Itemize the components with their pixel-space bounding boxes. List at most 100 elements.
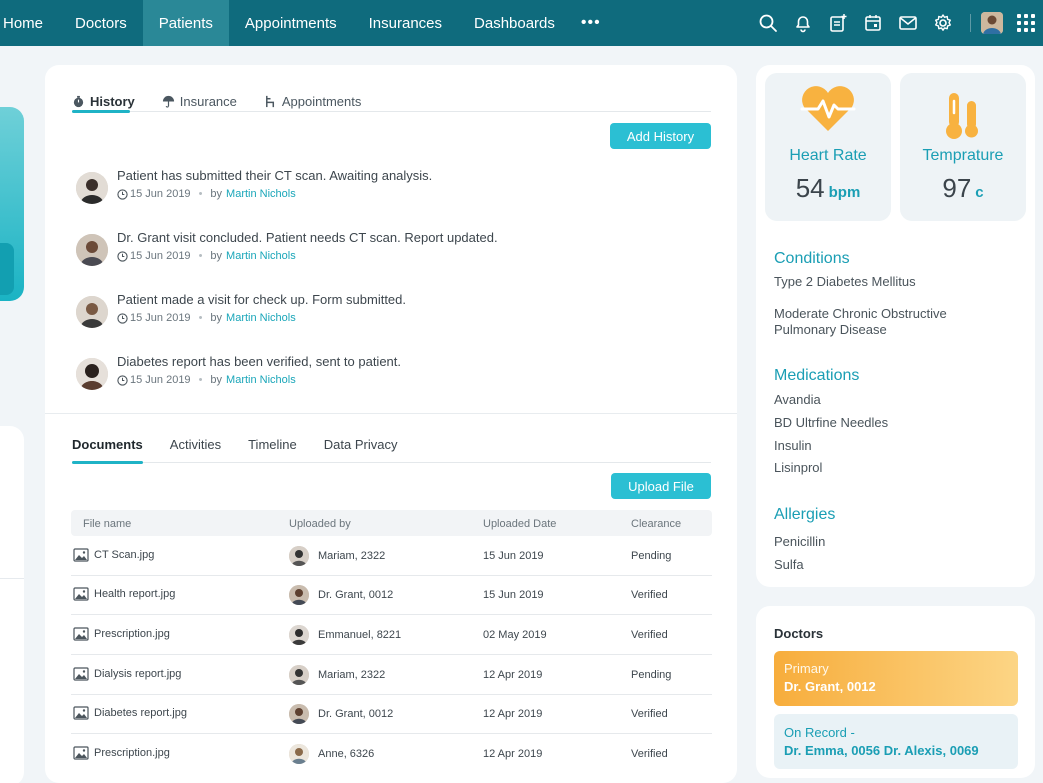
table-row[interactable]: Diabetes report.jpg Dr. Grant, 0012 12 A… [71, 695, 712, 734]
add-history-button[interactable]: Add History [610, 123, 711, 149]
col-uploaded-date[interactable]: Uploaded Date [483, 518, 556, 530]
history-author-link[interactable]: Martin Nichols [226, 188, 296, 200]
stopwatch-icon [73, 95, 84, 107]
col-clearance[interactable]: Clearance [631, 518, 681, 530]
active-tab-indicator [72, 461, 143, 464]
apps-grid-icon[interactable] [1017, 14, 1035, 32]
history-author-link[interactable]: Martin Nichols [226, 250, 296, 262]
clearance-cell: Verified [631, 708, 668, 720]
clock-icon [117, 374, 128, 386]
table-header: File name Uploaded by Uploaded Date Clea… [71, 510, 712, 536]
history-meta: 15 Jun 2019 • by Martin Nichols [117, 188, 296, 200]
active-tab-indicator [72, 110, 130, 113]
more-menu-icon[interactable]: ••• [571, 0, 611, 46]
medication-item: Insulin [774, 438, 812, 453]
avatar [76, 172, 108, 204]
on-record-doctors-card[interactable]: On Record - Dr. Emma, 0056 Dr. Alexis, 0… [774, 714, 1018, 769]
table-row[interactable]: Dialysis report.jpg Mariam, 2322 12 Apr … [71, 656, 712, 695]
history-author-link[interactable]: Martin Nichols [226, 312, 296, 324]
tab-data-privacy[interactable]: Data Privacy [324, 437, 398, 452]
history-text: Patient has submitted their CT scan. Awa… [117, 168, 433, 183]
avatar [289, 585, 309, 605]
nav-home[interactable]: Home [0, 0, 59, 46]
history-by: by [210, 250, 223, 262]
on-record-label: On Record - [784, 725, 855, 740]
calendar-icon[interactable] [863, 13, 883, 33]
clearance-cell: Pending [631, 550, 672, 562]
tab-timeline[interactable]: Timeline [248, 437, 297, 452]
uploader-cell: Dr. Grant, 0012 [289, 704, 393, 724]
clearance-cell: Verified [631, 629, 668, 641]
file-cell[interactable]: Dialysis report.jpg [73, 667, 181, 681]
history-date: 15 Jun 2019 [130, 374, 191, 386]
heart-rate-label: Heart Rate [789, 147, 867, 164]
clearance-cell: Verified [631, 748, 668, 760]
tab-activities[interactable]: Activities [170, 437, 221, 452]
left-teal-card [0, 107, 24, 301]
clock-icon [117, 250, 128, 262]
tab-insurance[interactable]: Insurance [162, 89, 237, 113]
file-cell[interactable]: Health report.jpg [73, 587, 175, 601]
gear-icon[interactable] [933, 13, 953, 33]
separator-dot: • [198, 188, 203, 200]
avatar [289, 704, 309, 724]
file-cell[interactable]: Prescription.jpg [73, 627, 170, 641]
table-row[interactable]: CT Scan.jpg Mariam, 2322 15 Jun 2019 Pen… [71, 537, 712, 576]
top-navbar: Home Doctors Patients Appointments Insur… [0, 0, 1043, 46]
nav-patients[interactable]: Patients [142, 0, 229, 46]
tab-documents[interactable]: Documents [72, 437, 143, 452]
separator-dot: • [198, 374, 203, 386]
allergy-item: Sulfa [774, 557, 804, 572]
primary-doctor-card[interactable]: Primary Dr. Grant, 0012 [774, 651, 1018, 706]
medication-item: BD Ultrfine Needles [774, 415, 889, 430]
doctors-panel: Doctors Primary Dr. Grant, 0012 On Recor… [756, 606, 1035, 778]
clearance-cell: Verified [631, 589, 668, 601]
history-meta: 15 Jun 2019 • by Martin Nichols [117, 374, 296, 386]
image-file-icon [73, 627, 89, 641]
nav-actions [758, 0, 1043, 46]
section-divider [45, 413, 737, 414]
temperature-label: Temprature [922, 147, 1004, 164]
file-cell[interactable]: Prescription.jpg [73, 746, 170, 760]
image-file-icon [73, 667, 89, 681]
patient-history-panel: History Insurance Appointments Add Histo… [45, 65, 737, 783]
history-author-link[interactable]: Martin Nichols [226, 374, 296, 386]
uploader-cell: Mariam, 2322 [289, 665, 385, 685]
avatar [289, 625, 309, 645]
tabs-underline [72, 462, 711, 463]
medication-item: Avandia [774, 392, 821, 407]
conditions-title: Conditions [774, 250, 850, 267]
primary-label: Primary [784, 661, 829, 676]
col-uploaded-by[interactable]: Uploaded by [289, 518, 351, 530]
temperature-value: 97 c [942, 173, 984, 203]
history-text: Dr. Grant visit concluded. Patient needs… [117, 230, 498, 245]
nav-doctors[interactable]: Doctors [59, 0, 143, 46]
doctors-title: Doctors [774, 626, 824, 641]
file-cell[interactable]: CT Scan.jpg [73, 548, 154, 562]
upload-file-button[interactable]: Upload File [611, 473, 711, 499]
history-meta: 15 Jun 2019 • by Martin Nichols [117, 312, 296, 324]
history-date: 15 Jun 2019 [130, 312, 191, 324]
user-avatar[interactable] [981, 12, 1003, 34]
table-row[interactable]: Prescription.jpg Anne, 6326 12 Apr 2019 … [71, 735, 712, 774]
mail-icon[interactable] [898, 13, 918, 33]
tab-appointments[interactable]: Appointments [264, 89, 361, 113]
clearance-cell: Pending [631, 669, 672, 681]
table-row[interactable]: Health report.jpg Dr. Grant, 0012 15 Jun… [71, 576, 712, 615]
nav-insurances[interactable]: Insurances [353, 0, 458, 46]
umbrella-icon [162, 95, 174, 108]
document-tabs: Documents Activities Timeline Data Priva… [72, 437, 424, 452]
history-item: Dr. Grant visit concluded. Patient needs… [76, 230, 696, 270]
add-note-icon[interactable] [828, 13, 848, 33]
uploader-cell: Anne, 6326 [289, 744, 374, 764]
primary-doctor-name: Dr. Grant, 0012 [784, 679, 876, 694]
bell-icon[interactable] [793, 13, 813, 33]
col-file-name[interactable]: File name [83, 518, 131, 530]
file-cell[interactable]: Diabetes report.jpg [73, 706, 187, 720]
table-row[interactable]: Prescription.jpg Emmanuel, 8221 02 May 2… [71, 616, 712, 655]
nav-appointments[interactable]: Appointments [229, 0, 353, 46]
uploader-cell: Mariam, 2322 [289, 546, 385, 566]
search-icon[interactable] [758, 13, 778, 33]
patient-info-panel: Heart Rate 54 bpm Temprature 97 c Conditio… [756, 65, 1035, 587]
nav-dashboards[interactable]: Dashboards [458, 0, 571, 46]
